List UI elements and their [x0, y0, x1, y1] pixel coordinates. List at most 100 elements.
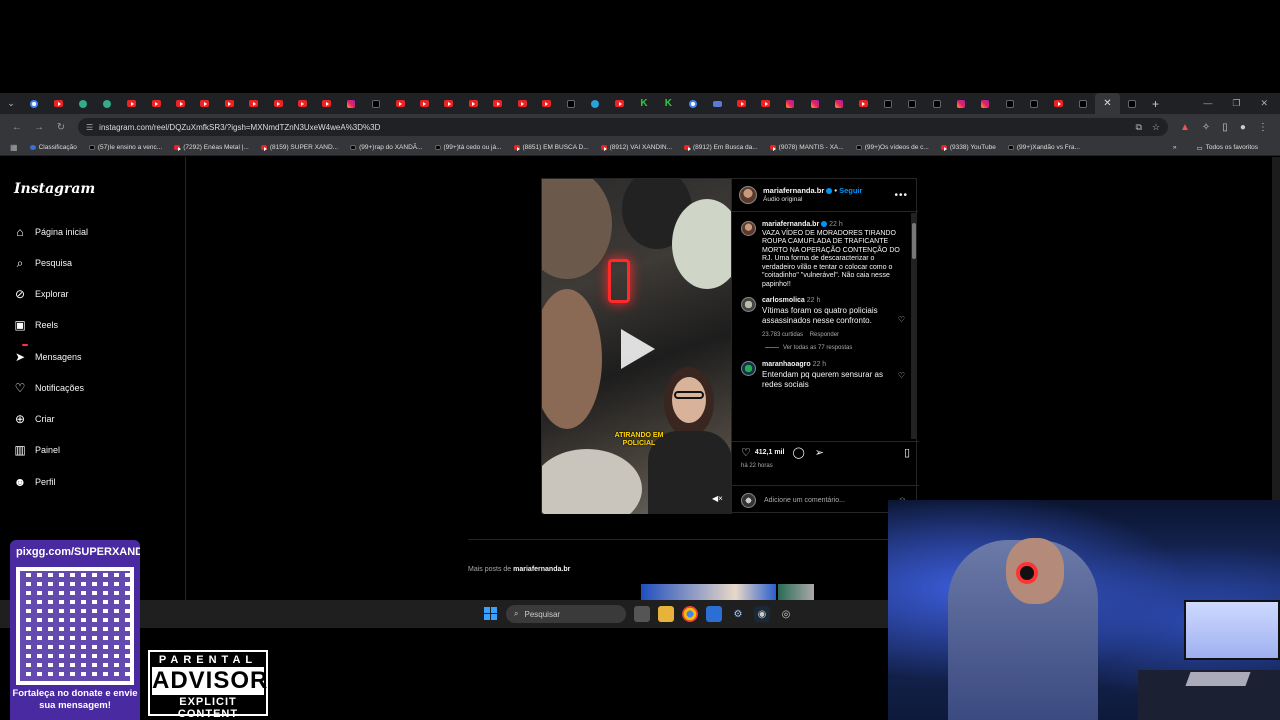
browser-tab[interactable] [754, 93, 778, 114]
browser-tab[interactable] [778, 93, 802, 114]
bookmark-item[interactable]: (7292) Enéas Metal |... [174, 144, 249, 151]
bookmark-item[interactable]: Classificação [29, 144, 77, 151]
browser-tab[interactable] [242, 93, 266, 114]
browser-tab[interactable] [924, 93, 948, 114]
bookmark-star-icon[interactable]: ☆ [1152, 122, 1160, 133]
bookmark-item[interactable]: (99+)rap do XANDÃ... [350, 144, 423, 151]
caption-username[interactable]: mariafernanda.br [762, 221, 819, 228]
browser-tab[interactable] [388, 93, 412, 114]
minimize-icon[interactable]: — [1203, 98, 1212, 109]
author-username[interactable]: mariafernanda.br [763, 186, 824, 195]
more-posts-username[interactable]: mariafernanda.br [513, 566, 570, 573]
site-info-icon[interactable]: ☰ [86, 123, 93, 132]
new-tab-button[interactable]: + [1144, 97, 1159, 111]
nav-item-messenger[interactable]: ➤ Mensagens [13, 344, 82, 364]
bookmark-item[interactable]: (57)Ie ensino a venc... [88, 144, 162, 151]
browser-tab[interactable]: K [656, 93, 680, 114]
bookmark-item[interactable]: (8159) SUPER XAND... [260, 144, 338, 151]
steam-icon[interactable]: ◉ [754, 606, 770, 622]
comment-like-icon[interactable]: ♡ [898, 371, 905, 390]
mute-icon[interactable]: ◀× [712, 494, 723, 503]
browser-tab[interactable] [803, 93, 827, 114]
caption-avatar[interactable] [741, 221, 756, 236]
nav-item-dashboard[interactable]: ▥ Painel [13, 443, 60, 457]
browser-tab[interactable] [437, 93, 461, 114]
browser-tab[interactable] [1022, 93, 1046, 114]
chrome-menu-icon[interactable]: ⋮ [1258, 122, 1268, 133]
close-window-icon[interactable]: ✕ [1260, 98, 1268, 109]
comment-likes[interactable]: 23.783 curtidas [762, 332, 803, 338]
extensions-puzzle-icon[interactable]: ✧ [1202, 122, 1210, 133]
file-explorer-icon[interactable] [658, 606, 674, 622]
comment-icon[interactable]: ◯ [792, 446, 804, 459]
browser-tab[interactable] [315, 93, 339, 114]
play-icon[interactable] [621, 329, 655, 369]
audio-link[interactable]: Áudio original [763, 195, 862, 204]
browser-tab[interactable] [22, 93, 46, 114]
save-icon[interactable]: ▯ [904, 446, 910, 459]
bookmark-item[interactable]: (99+)tá cedo ou já... [434, 144, 502, 151]
browser-tab[interactable] [534, 93, 558, 114]
browser-tab[interactable]: K [632, 93, 656, 114]
windows-start-icon[interactable] [484, 607, 497, 620]
browser-tab[interactable] [1120, 93, 1144, 114]
app-icon[interactable] [706, 606, 722, 622]
browser-tab[interactable]: ✕ [1095, 93, 1120, 114]
browser-tab[interactable] [339, 93, 363, 114]
browser-tab[interactable] [144, 93, 168, 114]
browser-tab[interactable] [729, 93, 753, 114]
nav-item-home[interactable]: ⌂ Página inicial [13, 225, 88, 239]
browser-tab[interactable] [827, 93, 851, 114]
browser-tab[interactable] [363, 93, 387, 114]
browser-tab[interactable] [461, 93, 485, 114]
reel-video[interactable]: ATIRANDO EM POLICIAL ◀× [542, 179, 731, 514]
nav-item-compass[interactable]: ⊘ Explorar [13, 287, 69, 301]
post-thumbnail[interactable] [641, 584, 776, 600]
follow-button[interactable]: Seguir [839, 186, 862, 195]
nav-item-plus[interactable]: ⊕ Criar [13, 412, 55, 426]
tab-search-icon[interactable]: ⌄ [0, 93, 22, 114]
sidepanel-icon[interactable]: ▯ [1222, 122, 1228, 133]
nav-item-heart[interactable]: ♡ Notificações [13, 381, 84, 395]
bookmark-item[interactable]: (99+)Os vídeos de c... [855, 144, 929, 151]
comment-avatar[interactable] [741, 297, 756, 312]
settings-icon[interactable]: ⚙ [730, 606, 746, 622]
bookmark-item[interactable]: (8912) Em Busca da... [684, 144, 758, 151]
browser-tab[interactable] [412, 93, 436, 114]
browser-tab[interactable] [510, 93, 534, 114]
apps-grid-icon[interactable]: ▦ [10, 143, 18, 152]
browser-tab[interactable] [705, 93, 729, 114]
more-bookmarks-icon[interactable]: » [1173, 144, 1177, 152]
nav-item-profile[interactable]: ☻ Perfil [13, 475, 56, 489]
reload-icon[interactable]: ↻ [50, 122, 72, 133]
instagram-logo[interactable]: Instagram [14, 181, 95, 197]
view-replies-button[interactable]: Ver todas as 77 respostas [765, 345, 905, 351]
nav-item-reels[interactable]: ▣ Reels [13, 318, 58, 332]
bookmark-item[interactable]: (9338) YouTube [940, 144, 996, 151]
browser-tab[interactable] [1071, 93, 1095, 114]
browser-tab[interactable] [120, 93, 144, 114]
browser-tab[interactable] [851, 93, 875, 114]
like-count[interactable]: 412,1 mil [755, 449, 785, 456]
chrome-icon[interactable] [682, 606, 698, 622]
reply-button[interactable]: Responder [810, 332, 839, 338]
task-view-icon[interactable] [634, 606, 650, 622]
bookmark-item[interactable]: (99+)Xandão vs Fra... [1007, 144, 1080, 151]
maximize-icon[interactable]: ❐ [1232, 98, 1240, 109]
browser-tab[interactable] [973, 93, 997, 114]
bookmark-item[interactable]: (9078) MANTIS - XA... [769, 144, 844, 151]
author-avatar[interactable] [739, 186, 757, 204]
browser-tab[interactable] [559, 93, 583, 114]
nav-item-search[interactable]: ⌕ Pesquisa [13, 256, 72, 270]
comment-username[interactable]: carlosmolica [762, 297, 805, 304]
back-icon[interactable]: ← [6, 122, 28, 133]
browser-tab[interactable] [681, 93, 705, 114]
browser-tab[interactable] [217, 93, 241, 114]
browser-tab[interactable] [193, 93, 217, 114]
extension-icon[interactable]: ▲ [1180, 122, 1190, 133]
browser-tab[interactable] [46, 93, 70, 114]
comment-avatar[interactable] [741, 361, 756, 376]
browser-tab[interactable] [266, 93, 290, 114]
install-app-icon[interactable]: ⧉ [1135, 122, 1141, 133]
all-bookmarks-folder[interactable]: ▭ Todos os favoritos [1196, 144, 1258, 152]
